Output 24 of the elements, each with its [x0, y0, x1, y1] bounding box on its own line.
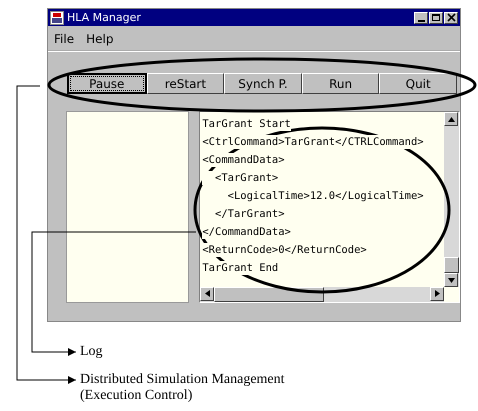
- scrollbar-thumb[interactable]: [214, 287, 324, 302]
- horizontal-scrollbar[interactable]: [200, 287, 444, 302]
- annotation-label: Log: [80, 344, 104, 360]
- minimize-button[interactable]: [414, 12, 428, 24]
- toolbar-button[interactable]: Run: [302, 73, 380, 94]
- toolbar-button[interactable]: Quit: [379, 73, 457, 94]
- vertical-scrollbar[interactable]: [444, 112, 459, 287]
- maximize-button[interactable]: [429, 12, 443, 24]
- up-arrow-icon: [448, 117, 454, 122]
- down-arrow-icon: [448, 278, 454, 283]
- left-arrow-icon: [204, 290, 210, 297]
- scrollbar-thumb[interactable]: [444, 257, 459, 273]
- window-title: HLA Manager: [67, 11, 142, 24]
- menu-item[interactable]: File: [54, 32, 74, 46]
- annotation-sublabel: (Execution Control): [80, 388, 194, 404]
- toolbar-button[interactable]: reStart: [146, 73, 224, 94]
- right-arrow-icon: [434, 290, 440, 297]
- close-button[interactable]: [444, 12, 458, 24]
- menu-item[interactable]: Help: [86, 32, 114, 46]
- close-icon: [446, 13, 456, 22]
- annotation-label: Distributed Simulation Management: [80, 372, 286, 388]
- toolbar-button[interactable]: Synch P.: [224, 73, 302, 94]
- app-icon: [50, 10, 64, 24]
- toolbar-button[interactable]: Pause: [67, 73, 147, 94]
